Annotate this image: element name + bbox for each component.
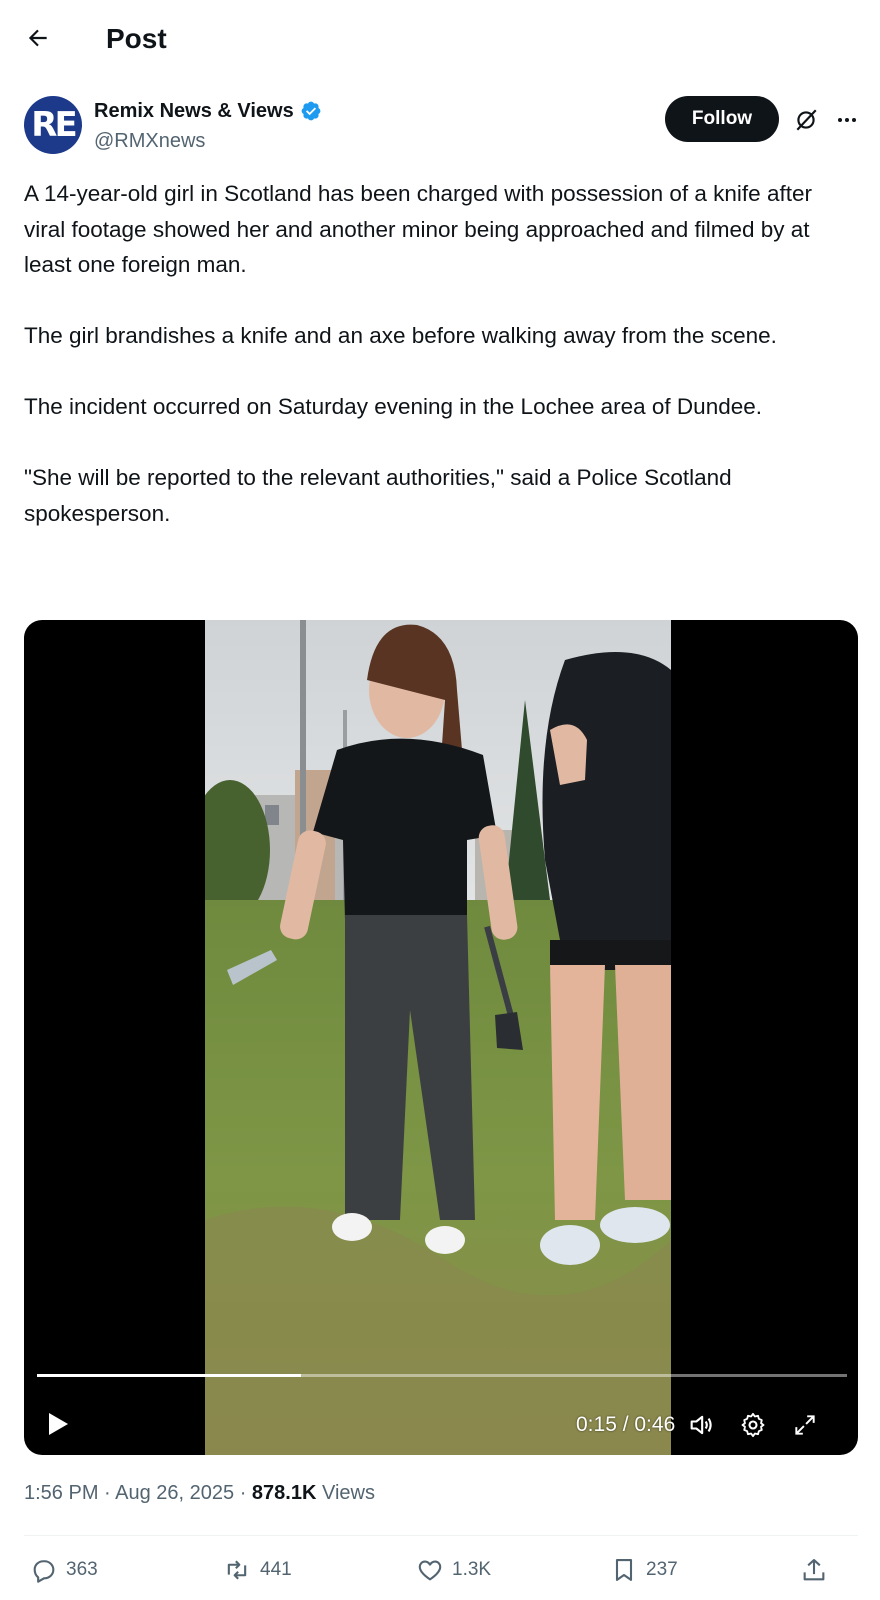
share-icon [803,1559,825,1581]
video-frame [205,620,671,1455]
views-count: 878.1K [251,1482,317,1504]
volume-icon[interactable] [684,1408,718,1442]
post-timestamp[interactable]: 1:56 PM · Aug 26, 2025 · [24,1482,252,1504]
settings-gear-icon[interactable] [736,1408,770,1442]
avatar-text: RE [31,105,77,145]
more-options-icon[interactable] [830,104,864,136]
arrow-left-icon [28,29,47,47]
follow-button[interactable]: Follow [665,96,779,142]
post-paragraph: The girl brandishes a knife and an axe b… [24,323,777,348]
post-paragraph: A 14-year-old girl in Scotland has been … [24,181,812,277]
page-title: Post [106,23,167,54]
avatar[interactable]: RE [24,96,82,154]
bookmark-button[interactable]: 237 [610,1552,678,1588]
play-icon[interactable] [42,1408,74,1440]
repost-icon [227,1560,247,1580]
bookmark-count: 237 [646,1559,678,1580]
video-time: 0:15 / 0:46 [576,1413,676,1436]
bookmark-icon [615,1559,633,1581]
post-paragraph: "She will be reported to the relevant au… [24,465,732,526]
author-name: Remix News & Views [94,100,294,122]
video-still-image [205,620,671,1455]
post-body: A 14-year-old girl in Scotland has been … [24,176,856,531]
post-timestamp-line: 1:56 PM · Aug 26, 2025 · 878.1K Views [24,1480,375,1506]
like-button[interactable]: 1.3K [416,1552,491,1588]
repost-count: 441 [260,1559,292,1580]
grok-icon[interactable] [790,104,822,136]
share-button[interactable] [800,1552,836,1588]
views-label: Views [316,1482,375,1504]
reply-button[interactable]: 363 [30,1552,98,1588]
author-name-row[interactable]: Remix News & Views [94,99,322,123]
post-paragraph: The incident occurred on Saturday evenin… [24,394,762,419]
fullscreen-icon[interactable] [788,1408,822,1442]
back-button[interactable] [20,20,56,56]
reply-count: 363 [66,1559,98,1580]
heart-icon [418,1560,442,1581]
video-player[interactable]: 0:15 / 0:46 [24,620,858,1455]
reply-icon [33,1560,55,1583]
video-progress-fill [37,1374,302,1377]
verified-badge-icon [300,100,322,122]
repost-button[interactable]: 441 [222,1552,292,1588]
author-handle[interactable]: @RMXnews [94,129,205,153]
video-progress-bar[interactable] [37,1374,847,1377]
divider [24,1535,858,1536]
top-bar: Post [0,0,880,80]
like-count: 1.3K [452,1559,492,1580]
